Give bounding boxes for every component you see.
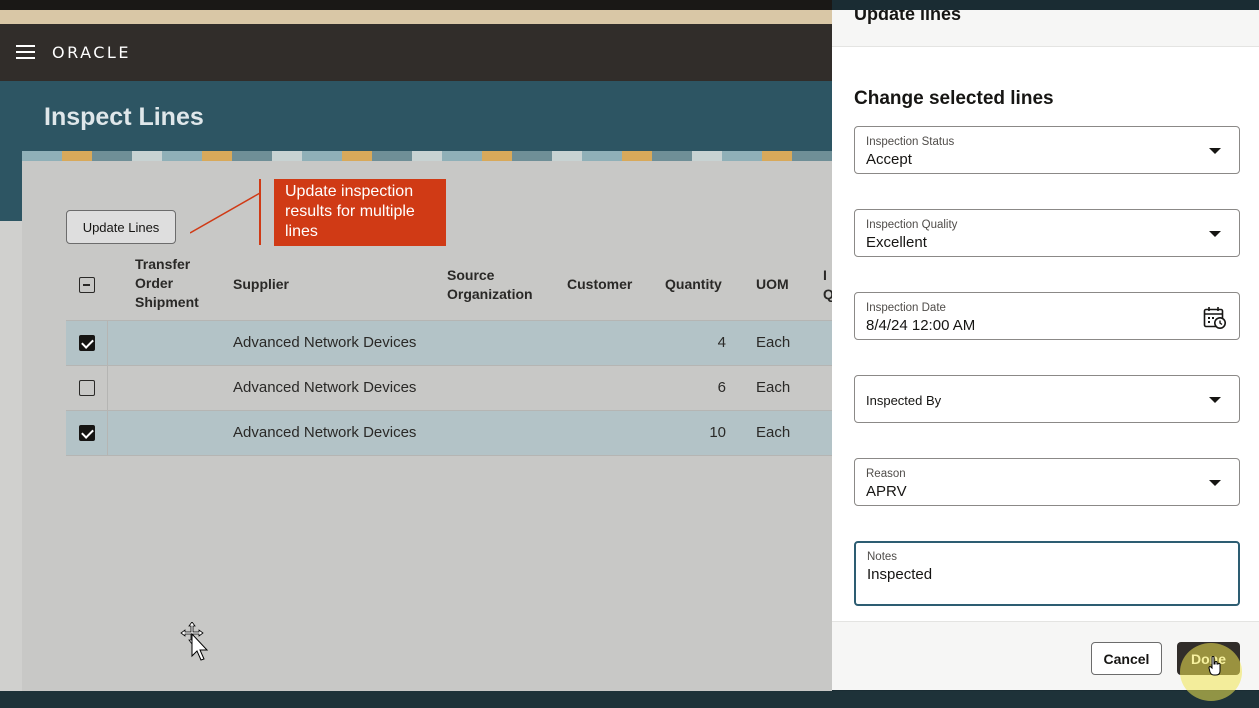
row-checkbox[interactable]: [79, 380, 95, 396]
cell-uom: Each: [756, 379, 791, 396]
select-all-checkbox[interactable]: [79, 277, 95, 293]
cell-supplier: Advanced Network Devices: [233, 424, 417, 441]
chevron-down-icon[interactable]: [1209, 231, 1221, 237]
drawer-header-title: Update lines: [854, 10, 962, 24]
cell-quantity: 4: [717, 334, 726, 351]
update-lines-drawer: Update lines Change selected lines Inspe…: [832, 10, 1259, 701]
column-transfer-order-shipment[interactable]: Transfer Order Shipment: [135, 255, 215, 312]
field-label: Inspection Status: [866, 136, 955, 148]
background-gutter: [0, 221, 22, 691]
field-value: APRV: [866, 483, 907, 500]
field-value: 8/4/24 12:00 AM: [866, 317, 976, 334]
drawer-footer: Cancel Done: [832, 621, 1259, 701]
cell-supplier: Advanced Network Devices: [233, 334, 417, 351]
table-row[interactable]: Advanced Network Devices 10 Each: [66, 411, 832, 456]
hand-pointer-icon: [1208, 656, 1221, 676]
column-truncated-line1[interactable]: I: [823, 266, 827, 285]
content-card: Update Lines Update inspection results f…: [22, 151, 834, 691]
cell-uom: Each: [756, 424, 791, 441]
field-label: Reason: [866, 468, 906, 480]
drawer-section-title: Change selected lines: [854, 88, 1054, 109]
inspect-lines-table: Transfer Order Shipment Supplier Source …: [66, 247, 834, 456]
top-strip: [0, 0, 832, 10]
field-label: Inspection Quality: [866, 219, 958, 231]
column-supplier[interactable]: Supplier: [233, 275, 289, 294]
cell-supplier: Advanced Network Devices: [233, 379, 417, 396]
field-value: Excellent: [866, 234, 927, 251]
field-label: Inspection Date: [866, 302, 946, 314]
chevron-down-icon[interactable]: [1209, 397, 1221, 403]
row-checkbox[interactable]: [79, 335, 95, 351]
field-label: Notes: [867, 551, 898, 563]
update-lines-button[interactable]: Update Lines: [66, 210, 176, 244]
cell-quantity: 6: [717, 379, 726, 396]
app-header: ORACLE: [0, 24, 832, 81]
field-value: Inspected: [867, 566, 933, 583]
chevron-down-icon[interactable]: [1209, 148, 1221, 154]
table-header: Transfer Order Shipment Supplier Source …: [66, 247, 834, 321]
inspection-date-input[interactable]: Inspection Date 8/4/24 12:00 AM: [854, 292, 1240, 340]
move-cursor-icon: [180, 622, 209, 661]
hamburger-menu-icon[interactable]: [16, 45, 35, 59]
chevron-down-icon[interactable]: [1209, 480, 1221, 486]
table-row[interactable]: Advanced Network Devices 6 Each: [66, 366, 832, 411]
oracle-logo: ORACLE: [52, 43, 131, 62]
bottom-bar: [0, 691, 1259, 708]
row-checkbox[interactable]: [79, 425, 95, 441]
table-row[interactable]: Advanced Network Devices 4 Each: [66, 321, 832, 366]
card-pattern: [22, 151, 832, 161]
column-quantity[interactable]: Quantity: [665, 275, 722, 294]
column-customer[interactable]: Customer: [567, 275, 632, 294]
column-uom[interactable]: UOM: [756, 275, 789, 294]
reason-select[interactable]: Reason APRV: [854, 458, 1240, 506]
callout-pointer-line: [190, 192, 261, 234]
drawer-header: Update lines: [832, 10, 1259, 47]
callout-bar: [259, 179, 261, 245]
page-title: Inspect Lines: [44, 103, 204, 131]
column-source-organization[interactable]: Source Organization: [447, 266, 547, 304]
inspection-quality-select[interactable]: Inspection Quality Excellent: [854, 209, 1240, 257]
cell-uom: Each: [756, 334, 791, 351]
field-value: Accept: [866, 151, 912, 168]
calendar-clock-icon[interactable]: [1203, 306, 1227, 330]
field-label: Inspected By: [866, 393, 942, 408]
inspected-by-select[interactable]: Inspected By: [854, 375, 1240, 423]
inspection-status-select[interactable]: Inspection Status Accept: [854, 126, 1240, 174]
callout-annotation: Update inspection results for multiple l…: [274, 179, 446, 246]
cancel-button[interactable]: Cancel: [1091, 642, 1162, 675]
cell-quantity: 10: [709, 424, 726, 441]
notes-textarea[interactable]: Notes Inspected: [854, 541, 1240, 606]
banner-strip: [0, 10, 832, 24]
